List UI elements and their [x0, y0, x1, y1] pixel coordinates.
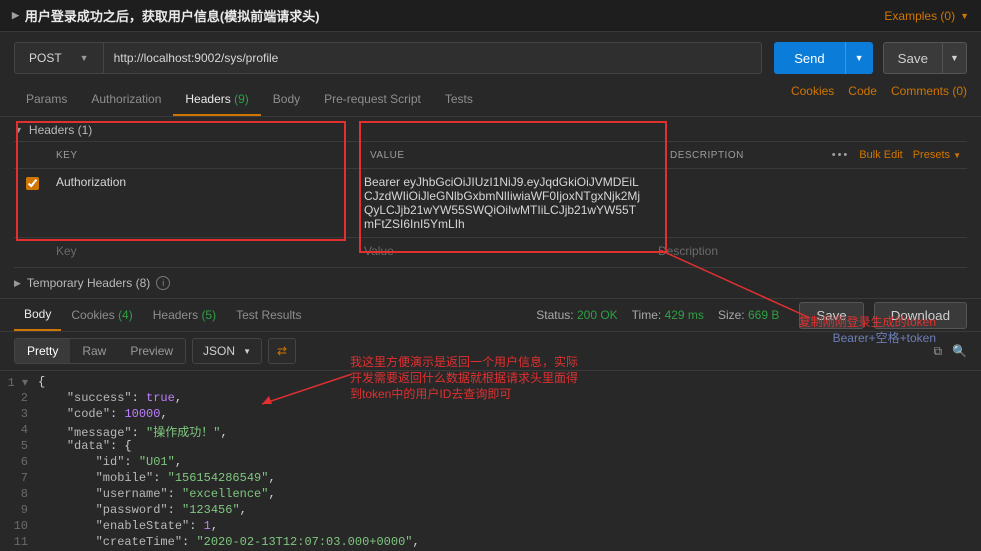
tab-prerequest[interactable]: Pre-request Script: [312, 84, 433, 116]
chevron-down-icon: ▼: [960, 11, 969, 21]
header-desc-placeholder[interactable]: Description: [652, 244, 967, 258]
headers-section-toggle[interactable]: ▼ Headers (1): [0, 117, 981, 139]
save-response-button[interactable]: Save: [799, 302, 863, 329]
chevron-right-icon: ▶: [14, 278, 21, 289]
url-input[interactable]: [104, 42, 763, 74]
save-button[interactable]: Save: [883, 42, 943, 74]
header-value-cell[interactable]: Bearer eyJhbGciOiJIUzI1NiJ9.eyJqdGkiOiJV…: [358, 175, 652, 231]
tab-params[interactable]: Params: [14, 84, 79, 116]
tab-tests[interactable]: Tests: [433, 84, 485, 116]
method-select[interactable]: POST▼: [14, 42, 104, 74]
tab-body[interactable]: Body: [261, 84, 312, 116]
examples-dropdown[interactable]: Examples (0) ▼: [884, 9, 969, 23]
cookies-link[interactable]: Cookies: [791, 84, 834, 116]
tab-headers[interactable]: Headers (9): [173, 84, 260, 116]
header-key-cell[interactable]: Authorization: [50, 175, 358, 189]
rtab-headers[interactable]: Headers (5): [143, 300, 226, 330]
send-dropdown[interactable]: ▼: [845, 42, 873, 74]
view-pretty[interactable]: Pretty: [15, 339, 70, 363]
comments-link[interactable]: Comments (0): [891, 84, 967, 116]
th-value: VALUE: [364, 150, 664, 161]
chevron-down-icon: ▼: [80, 53, 89, 63]
response-body[interactable]: 1 ▾{2 "success": true,3 "code": 10000,4 …: [0, 371, 981, 551]
bulk-edit-link[interactable]: Bulk Edit: [859, 149, 902, 161]
rtab-test-results[interactable]: Test Results: [226, 300, 311, 330]
copy-response-icon[interactable]: ⧉: [933, 344, 942, 359]
search-response-icon[interactable]: 🔍: [952, 344, 967, 359]
th-description: DESCRIPTION: [664, 150, 832, 161]
header-value-placeholder[interactable]: Value: [358, 244, 652, 258]
format-select[interactable]: JSON▼: [192, 338, 262, 364]
info-icon[interactable]: i: [156, 276, 170, 290]
download-response-button[interactable]: Download: [874, 302, 967, 329]
send-button[interactable]: Send: [774, 42, 844, 74]
size-meta: Size: 669 B: [718, 308, 779, 322]
header-row-empty[interactable]: Key Value Description: [14, 238, 967, 268]
rtab-body[interactable]: Body: [14, 299, 61, 331]
chevron-down-icon: ▼: [243, 347, 251, 356]
chevron-down-icon: ▼: [14, 125, 23, 135]
save-dropdown[interactable]: ▼: [943, 42, 967, 74]
th-key: KEY: [50, 150, 364, 161]
tab-authorization[interactable]: Authorization: [79, 84, 173, 116]
view-raw[interactable]: Raw: [70, 339, 118, 363]
status-meta: Status: 200 OK: [536, 308, 617, 322]
view-preview[interactable]: Preview: [118, 339, 185, 363]
header-key-placeholder[interactable]: Key: [50, 244, 358, 258]
header-row[interactable]: Authorization Bearer eyJhbGciOiJIUzI1NiJ…: [14, 169, 967, 238]
row-checkbox[interactable]: [26, 177, 39, 190]
wrap-lines-icon[interactable]: ⇄: [268, 338, 296, 364]
time-meta: Time: 429 ms: [632, 308, 704, 322]
rtab-cookies[interactable]: Cookies (4): [61, 300, 142, 330]
temp-headers-toggle[interactable]: ▶ Temporary Headers (8) i: [0, 268, 981, 298]
code-link[interactable]: Code: [848, 84, 877, 116]
request-title: 用户登录成功之后，获取用户信息(模拟前端请求头): [25, 6, 320, 25]
presets-dropdown[interactable]: Presets ▼: [913, 149, 961, 161]
expand-caret-icon[interactable]: ▶: [12, 10, 19, 21]
more-options-icon[interactable]: •••: [832, 149, 850, 161]
